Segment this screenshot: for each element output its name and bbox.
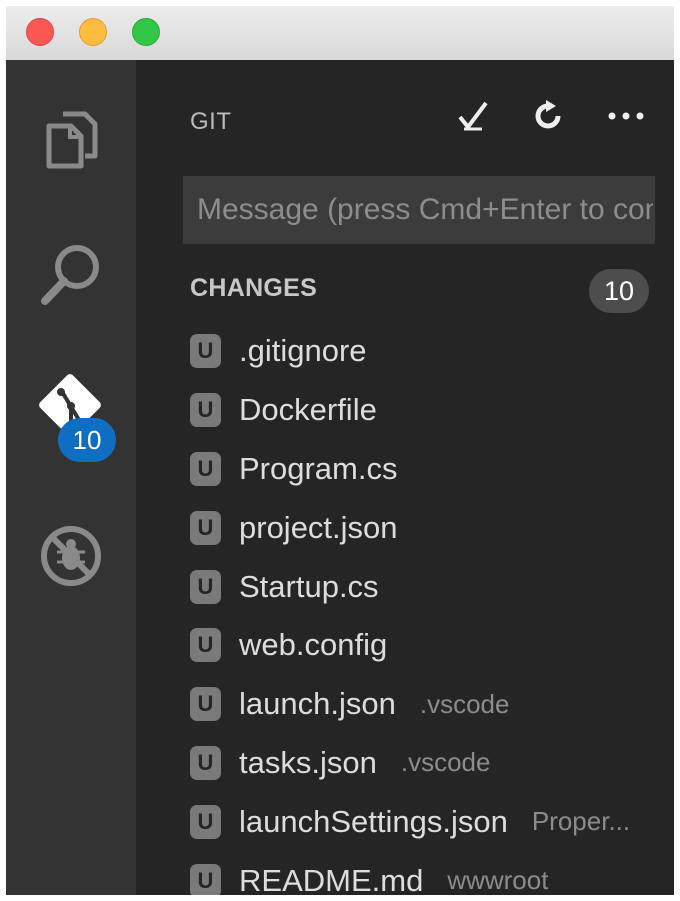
untracked-status-badge: U	[190, 393, 221, 428]
file-directory: Proper...	[531, 806, 631, 837]
file-item[interactable]: U project.json	[190, 498, 674, 557]
untracked-status-badge: U	[190, 745, 221, 780]
maximize-window-button[interactable]	[132, 18, 160, 46]
file-name: tasks.json	[239, 744, 377, 780]
git-sidebar: GIT CHANGES 10 U	[136, 60, 674, 895]
commit-button[interactable]	[451, 94, 495, 138]
commit-message-box	[183, 176, 655, 244]
untracked-status-badge: U	[190, 510, 221, 545]
refresh-icon	[535, 100, 561, 129]
ellipsis-icon	[608, 112, 644, 120]
changes-file-list: U .gitignore U Dockerfile U Program.cs U…	[190, 322, 674, 895]
file-item[interactable]: U .gitignore	[190, 322, 674, 381]
minimize-window-button[interactable]	[79, 18, 107, 46]
file-item[interactable]: U Startup.cs	[190, 557, 674, 616]
file-name: Dockerfile	[239, 392, 377, 428]
file-name: Program.cs	[239, 450, 398, 486]
file-directory: .vscode	[400, 747, 491, 778]
untracked-status-badge: U	[190, 569, 221, 604]
untracked-status-badge: U	[190, 451, 221, 486]
activity-search[interactable]	[31, 234, 111, 314]
close-window-button[interactable]	[26, 18, 54, 46]
file-name: launch.json	[239, 686, 396, 722]
file-item[interactable]: U README.md wwwroot	[190, 851, 674, 895]
vscode-window: 10 GIT Message (press Cmd+Enter to commi…	[6, 6, 674, 895]
sidebar-title: GIT	[190, 108, 232, 135]
git-changes-badge: 10	[58, 418, 116, 462]
file-item[interactable]: U Program.cs	[190, 440, 674, 499]
file-name: web.config	[239, 627, 388, 663]
file-item[interactable]: U web.config	[190, 616, 674, 675]
file-directory: .vscode	[419, 688, 510, 719]
file-name: project.json	[239, 509, 398, 545]
untracked-status-badge: U	[190, 334, 221, 369]
activity-explorer[interactable]	[31, 100, 111, 180]
changes-header: CHANGES	[190, 274, 318, 302]
file-item[interactable]: U Dockerfile	[190, 381, 674, 440]
file-item[interactable]: U tasks.json .vscode	[190, 734, 674, 793]
untracked-status-badge: U	[190, 687, 221, 722]
file-name: launchSettings.json	[239, 803, 508, 839]
untracked-status-badge: U	[190, 863, 221, 895]
file-name: .gitignore	[239, 333, 367, 369]
activity-debug[interactable]	[31, 516, 111, 596]
title-bar	[6, 6, 674, 61]
file-item[interactable]: U launchSettings.json Proper...	[190, 792, 674, 851]
refresh-button[interactable]	[526, 94, 570, 138]
search-icon	[41, 245, 99, 305]
untracked-status-badge: U	[190, 804, 221, 839]
file-directory: wwwroot	[447, 865, 549, 895]
file-name: README.md	[239, 862, 424, 895]
more-actions-button[interactable]	[604, 94, 648, 138]
debug-icon	[41, 526, 101, 586]
file-name: Startup.cs	[239, 568, 379, 604]
activity-bar: 10	[6, 60, 136, 895]
changes-count-badge: 10	[589, 269, 649, 313]
untracked-status-badge: U	[190, 628, 221, 663]
files-icon	[46, 111, 98, 169]
commit-message-input[interactable]	[195, 192, 655, 228]
file-item[interactable]: U launch.json .vscode	[190, 675, 674, 734]
checkmark-icon	[458, 101, 488, 131]
